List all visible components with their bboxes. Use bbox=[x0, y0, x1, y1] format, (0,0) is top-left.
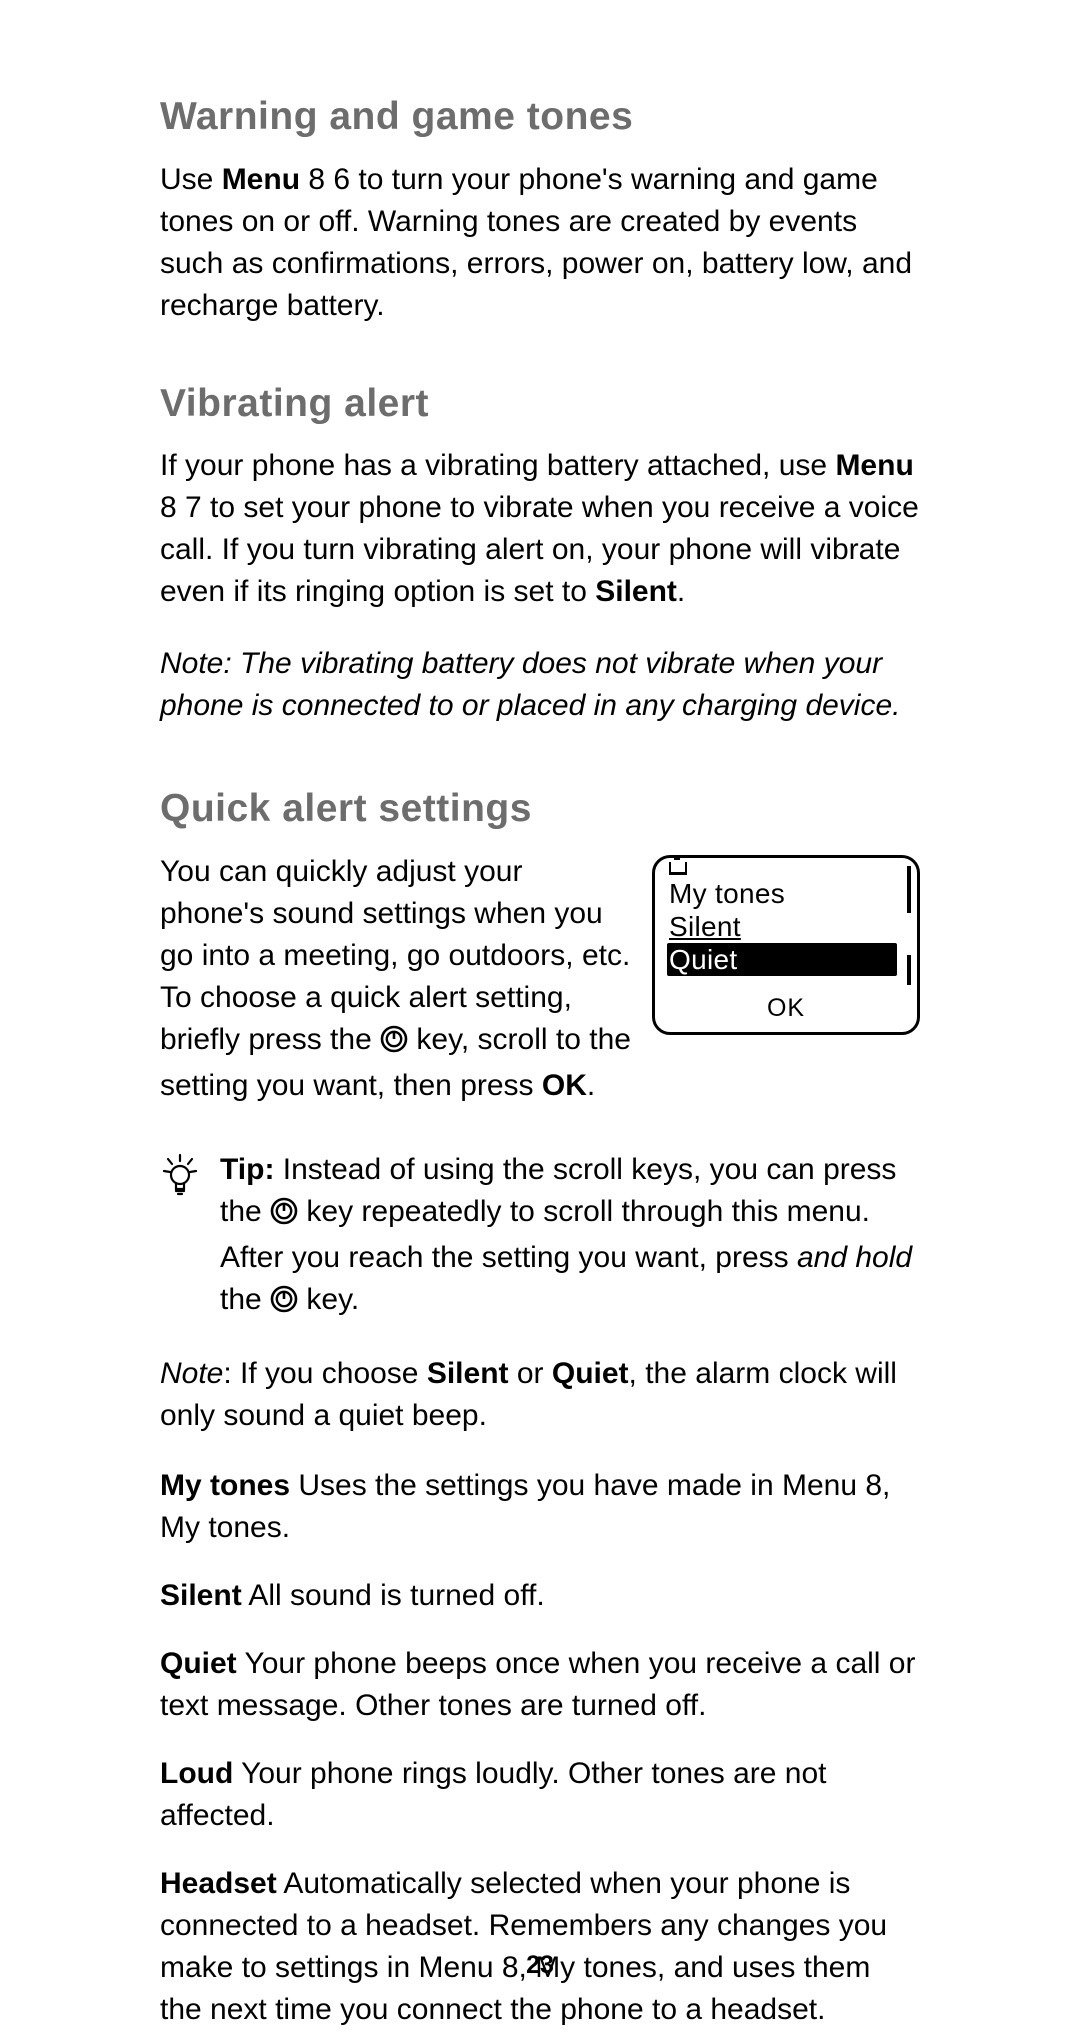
text: key. bbox=[298, 1283, 359, 1316]
def-body: Your phone beeps once when you receive a… bbox=[160, 1647, 915, 1722]
def-body: Your phone rings loudly. Other tones are… bbox=[160, 1757, 827, 1832]
note-vibrate: Note: The vibrating battery does not vib… bbox=[160, 643, 920, 727]
def-body: All sound is turned off. bbox=[242, 1579, 545, 1612]
phone-menu-item-selected: Quiet bbox=[667, 943, 897, 976]
text: key repeatedly to scroll through this me… bbox=[220, 1195, 870, 1274]
def-loud: Loud Your phone rings loudly. Other tone… bbox=[160, 1753, 920, 1837]
heading-warning-game-tones: Warning and game tones bbox=[160, 90, 920, 145]
def-silent: Silent All sound is turned off. bbox=[160, 1575, 920, 1617]
def-term: Headset bbox=[160, 1867, 277, 1900]
definitions-list: My tones Uses the settings you have made… bbox=[160, 1465, 920, 2031]
def-term: Silent bbox=[160, 1579, 242, 1612]
def-mytones: My tones Uses the settings you have made… bbox=[160, 1465, 920, 1549]
quick-alert-text: You can quickly adjust your phone's soun… bbox=[160, 851, 634, 1133]
manual-page: Warning and game tones Use Menu 8 6 to t… bbox=[0, 0, 1080, 2039]
text: If your phone has a vibrating battery at… bbox=[160, 449, 835, 482]
text: or bbox=[509, 1357, 552, 1390]
note-silent-quiet: Note: If you choose Silent or Quiet, the… bbox=[160, 1353, 920, 1437]
paragraph-vibrate-body: If your phone has a vibrating battery at… bbox=[160, 445, 920, 613]
heading-vibrating-alert: Vibrating alert bbox=[160, 377, 920, 432]
menu-label: Menu bbox=[222, 163, 300, 196]
def-quiet: Quiet Your phone beeps once when you rec… bbox=[160, 1643, 920, 1727]
ok-label: OK bbox=[542, 1069, 587, 1102]
phone-screen-content: My tones Silent Quiet bbox=[655, 858, 917, 987]
scrollbar-icon bbox=[907, 866, 911, 985]
quick-alert-row: You can quickly adjust your phone's soun… bbox=[160, 851, 920, 1133]
power-key-icon bbox=[270, 1283, 298, 1325]
lightbulb-icon bbox=[160, 1153, 200, 1209]
text: the bbox=[220, 1283, 270, 1316]
emphasis-and-hold: and hold bbox=[797, 1241, 912, 1274]
phone-menu-item: My tones bbox=[669, 877, 907, 910]
def-term: Loud bbox=[160, 1757, 233, 1790]
text: . bbox=[677, 575, 685, 608]
silent-label: Silent bbox=[427, 1357, 509, 1390]
text: 8 7 to set your phone to vibrate when yo… bbox=[160, 491, 919, 608]
text: Use bbox=[160, 163, 222, 196]
menu-label: Menu bbox=[835, 449, 913, 482]
tip-label: Tip: bbox=[220, 1153, 274, 1186]
power-key-icon bbox=[380, 1023, 408, 1065]
def-term: Quiet bbox=[160, 1647, 237, 1680]
heading-quick-alert-settings: Quick alert settings bbox=[160, 782, 920, 837]
phone-menu-item: Silent bbox=[669, 910, 907, 943]
paragraph-warning-body: Use Menu 8 6 to turn your phone's warnin… bbox=[160, 159, 920, 327]
silent-label: Silent bbox=[595, 575, 677, 608]
phone-softkey-ok: OK bbox=[655, 987, 917, 1032]
power-key-icon bbox=[270, 1195, 298, 1237]
phone-screen-illustration: My tones Silent Quiet OK bbox=[652, 855, 920, 1035]
tip-row: Tip: Instead of using the scroll keys, y… bbox=[160, 1149, 920, 1325]
quiet-label: Quiet bbox=[552, 1357, 629, 1390]
paragraph-quick-body: You can quickly adjust your phone's soun… bbox=[160, 851, 634, 1107]
tip-text: Tip: Instead of using the scroll keys, y… bbox=[220, 1149, 920, 1325]
text: : If you choose bbox=[223, 1357, 426, 1390]
def-term: My tones bbox=[160, 1469, 290, 1502]
battery-icon bbox=[669, 862, 687, 875]
def-headset: Headset Automatically selected when your… bbox=[160, 1863, 920, 2031]
note-label: Note bbox=[160, 1357, 223, 1390]
text: . bbox=[587, 1069, 595, 1102]
page-number: 23 bbox=[0, 1948, 1080, 1983]
